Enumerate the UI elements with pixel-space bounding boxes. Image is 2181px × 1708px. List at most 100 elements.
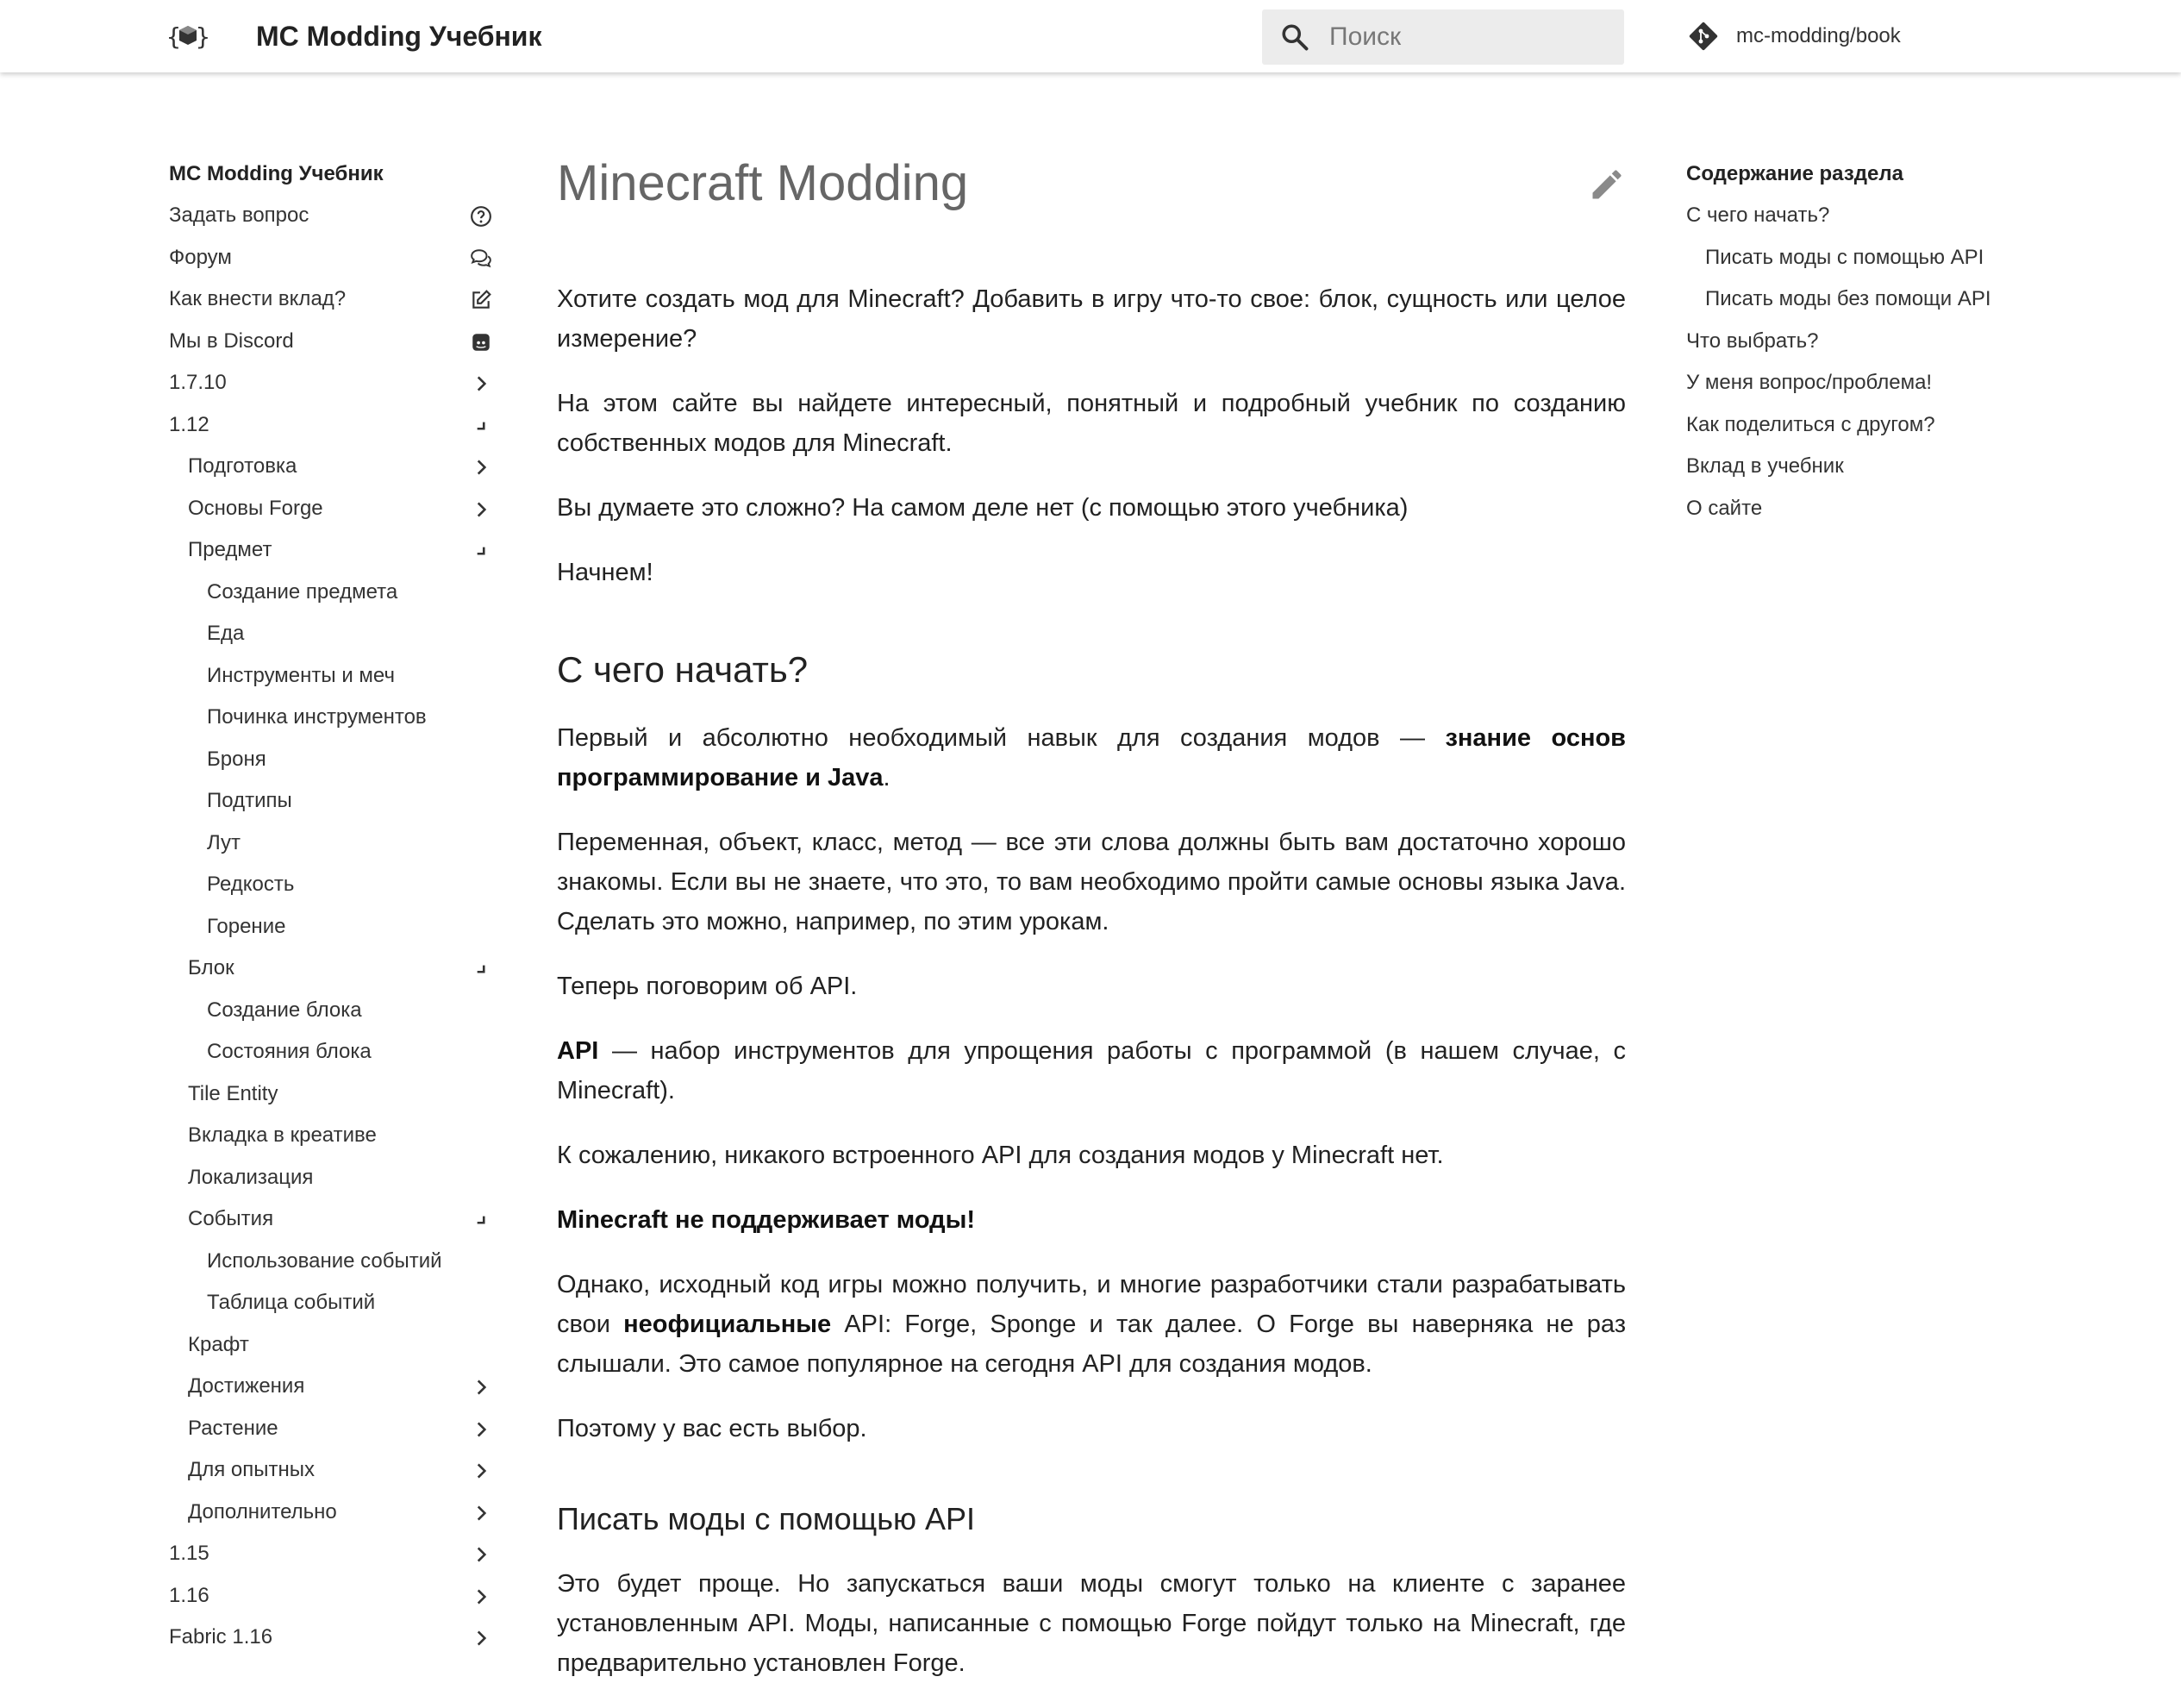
nav-item-label: Мы в Discord xyxy=(169,328,294,353)
nav-item-label: Состояния блока xyxy=(207,1040,372,1063)
page-title: Minecraft Modding xyxy=(557,155,969,211)
nav-item-1-15[interactable]: 1.15 xyxy=(169,1533,497,1575)
nav-item-1-16[interactable]: 1.16 xyxy=(169,1575,497,1617)
chevron-right-icon xyxy=(477,1463,487,1479)
toc-item-share[interactable]: Как поделиться с другом? xyxy=(1686,404,2134,447)
nav-item-burning[interactable]: Горение xyxy=(169,906,497,948)
nav-item-create-item[interactable]: Создание предмета xyxy=(169,572,497,614)
intro-paragraph: На этом сайте вы найдете интересный, пон… xyxy=(557,390,1626,457)
toc-item-about[interactable]: О сайте xyxy=(1686,488,2134,530)
paragraph: Теперь поговорим об API. xyxy=(557,973,858,1000)
nav-item-label: События xyxy=(188,1207,274,1230)
nav-item-label: Блок xyxy=(188,956,234,979)
chevron-right-icon xyxy=(477,501,487,517)
nav-item-plant[interactable]: Растение xyxy=(169,1408,497,1450)
nav-item-label: Tile Entity xyxy=(188,1081,278,1105)
logo-icon[interactable]: { } xyxy=(166,19,209,53)
chevron-right-icon xyxy=(477,1630,487,1646)
nav-item-label: Как внести вклад? xyxy=(169,287,347,310)
nav-item-1-7-10[interactable]: 1.7.10 xyxy=(169,362,497,404)
main-content: Minecraft Modding Хотите создать мод для… xyxy=(557,147,1626,1708)
section-heading-where-to-start: С чего начать? xyxy=(557,649,809,690)
nav-item-crafting[interactable]: Крафт xyxy=(169,1324,497,1367)
nav-item-using-events[interactable]: Использование событий xyxy=(169,1241,497,1283)
nav-item-block-states[interactable]: Состояния блока xyxy=(169,1031,497,1073)
nav-item-block[interactable]: Блок xyxy=(169,948,497,990)
nav-item-creative-tab[interactable]: Вкладка в креативе xyxy=(169,1115,497,1157)
nav-item-create-block[interactable]: Создание блока xyxy=(169,990,497,1032)
top-header: { } MC Modding Учебник mc-modding/book xyxy=(0,0,2181,72)
nav-item-item[interactable]: Предмет xyxy=(169,529,497,572)
paragraph: Однако, исходный код игры можно получить… xyxy=(557,1265,1626,1384)
nav-item-ask-question[interactable]: Задать вопрос xyxy=(169,195,497,237)
nav-item-loot[interactable]: Лут xyxy=(169,823,497,865)
nav-item-1-12[interactable]: 1.12 xyxy=(169,404,497,447)
nav-item-label: Задать вопрос xyxy=(169,203,309,227)
nav-item-label: Дополнительно xyxy=(188,1499,337,1523)
nav-item-discord[interactable]: Мы в Discord xyxy=(169,321,497,363)
chevron-right-icon xyxy=(477,1380,487,1395)
nav-item-tile-entity[interactable]: Tile Entity xyxy=(169,1073,497,1116)
sidebar-nav: MC Modding Учебник Задать вопрос Форум К… xyxy=(169,153,497,1659)
bold-text: неофициальные xyxy=(623,1311,832,1338)
toc-item-what-to-choose[interactable]: Что выбрать? xyxy=(1686,321,2134,363)
nav-item-contribute[interactable]: Как внести вклад? xyxy=(169,278,497,321)
table-of-contents: Содержание раздела С чего начать? Писать… xyxy=(1686,153,2134,529)
nav-item-label: 1.12 xyxy=(169,412,209,436)
edit-square-icon xyxy=(472,290,491,309)
discord-icon xyxy=(472,333,490,351)
search-box[interactable] xyxy=(1262,9,1624,65)
nav-item-achievements[interactable]: Достижения xyxy=(169,1366,497,1408)
chevron-right-icon xyxy=(477,1421,487,1437)
nav-item-food[interactable]: Еда xyxy=(169,613,497,655)
chevron-right-icon xyxy=(477,1547,487,1562)
nav-item-subtypes[interactable]: Подтипы xyxy=(169,780,497,823)
edit-pencil-icon[interactable] xyxy=(1588,166,1626,203)
nav-title: MC Modding Учебник xyxy=(169,162,384,185)
toc-item-with-api[interactable]: Писать моды с помощью API xyxy=(1686,237,2134,279)
nav-item-label: Инструменты и меч xyxy=(207,663,395,687)
nav-item-label: Локализация xyxy=(188,1165,314,1189)
nav-item-label: Редкость xyxy=(207,873,295,896)
nav-item-preparation[interactable]: Подготовка xyxy=(169,446,497,488)
repo-link[interactable]: mc-modding/book xyxy=(1686,17,1901,55)
nav-item-tool-repair[interactable]: Починка инструментов xyxy=(169,697,497,739)
toc-item-where-to-start[interactable]: С чего начать? xyxy=(1686,195,2134,237)
nav-item-rarity[interactable]: Редкость xyxy=(169,864,497,906)
nav-item-label: Основы Forge xyxy=(188,496,323,520)
nav-item-events-table[interactable]: Таблица событий xyxy=(169,1282,497,1324)
nav-item-fabric-1-16[interactable]: Fabric 1.16 xyxy=(169,1617,497,1659)
repo-name: mc-modding/book xyxy=(1736,24,1901,47)
nav-item-advanced[interactable]: Для опытных xyxy=(169,1449,497,1492)
paragraph: Minecraft не поддерживает моды! xyxy=(557,1200,1626,1240)
paragraph: Переменная, объект, класс, метод — все э… xyxy=(557,829,1626,935)
nav-item-label: Создание блока xyxy=(207,998,362,1022)
collapse-corner-icon xyxy=(477,1216,485,1224)
nav-item-label: Использование событий xyxy=(207,1248,442,1273)
section-heading-with-api: Писать моды с помощью API xyxy=(557,1501,976,1536)
nav-item-label: Подтипы xyxy=(207,789,292,812)
search-input[interactable] xyxy=(1329,9,1614,65)
nav-item-armor[interactable]: Броня xyxy=(169,739,497,781)
nav-item-label: Форум xyxy=(169,245,232,269)
nav-item-tools-sword[interactable]: Инструменты и меч xyxy=(169,655,497,698)
nav-item-forum[interactable]: Форум xyxy=(169,237,497,279)
nav-item-additional[interactable]: Дополнительно xyxy=(169,1492,497,1534)
collapse-corner-icon xyxy=(477,547,485,555)
toc-item-question-problem[interactable]: У меня вопрос/проблема! xyxy=(1686,362,2134,404)
bold-text: API xyxy=(557,1037,599,1065)
svg-text:{: { xyxy=(166,22,181,51)
nav-item-localization[interactable]: Локализация xyxy=(169,1157,497,1199)
toc-item-contribute[interactable]: Вклад в учебник xyxy=(1686,446,2134,488)
nav-item-label: Броня xyxy=(207,747,266,771)
nav-item-label: Еда xyxy=(207,622,245,645)
chevron-right-icon xyxy=(477,376,487,391)
nav-item-label: Растение xyxy=(188,1416,278,1440)
nav-item-events[interactable]: События xyxy=(169,1198,497,1241)
nav-item-forge-basics[interactable]: Основы Forge xyxy=(169,488,497,530)
nav-item-label: Создание предмета xyxy=(207,579,398,604)
site-title[interactable]: MC Modding Учебник xyxy=(256,21,541,53)
toc-item-without-api[interactable]: Писать моды без помощи API xyxy=(1686,278,2134,321)
git-icon xyxy=(1689,22,1718,51)
paragraph: API — набор инструментов для упрощения р… xyxy=(557,1031,1626,1111)
